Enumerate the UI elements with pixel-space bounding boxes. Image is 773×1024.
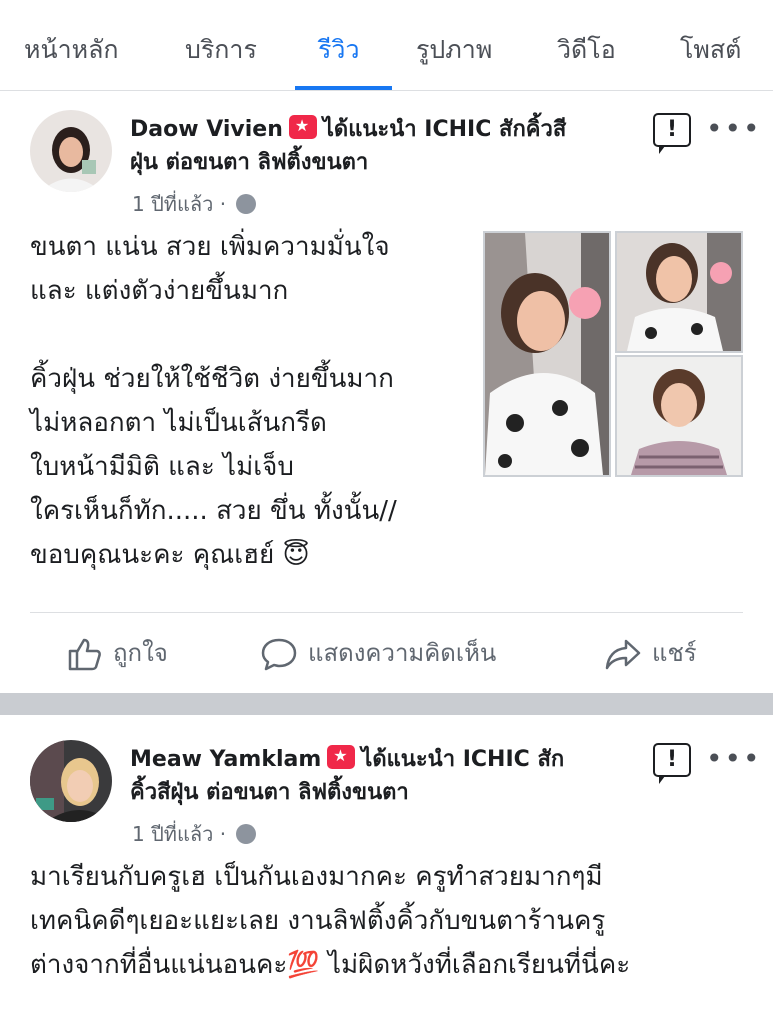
- recommendation-text[interactable]: ได้แนะนำ ICHIC สักคิ้วสี: [323, 117, 566, 142]
- author-name[interactable]: Daow Vivien: [130, 117, 283, 142]
- thumbs-up-icon: [68, 638, 101, 671]
- report-flag-icon[interactable]: [653, 113, 691, 154]
- globe-icon: [236, 194, 257, 214]
- author-name[interactable]: Meaw Yamklam: [130, 747, 321, 772]
- like-label: ถูกใจ: [113, 639, 168, 667]
- post-author-line: Daow Vivien ได้แนะนำ ICHIC สักคิ้วสี ฝุ่น…: [130, 113, 630, 179]
- globe-icon: [236, 824, 257, 844]
- share-label: แชร์: [652, 639, 697, 667]
- tab-services[interactable]: บริการ: [185, 30, 257, 70]
- recommend-icon: [288, 115, 317, 139]
- post-body-text: ขนตา แน่น สวย เพิ่มความมั่นใจ และ แต่งตั…: [30, 232, 397, 570]
- tab-home[interactable]: หน้าหลัก: [24, 30, 119, 70]
- active-tab-indicator: [295, 86, 392, 90]
- recommendation-text[interactable]: ได้แนะนำ ICHIC สัก: [361, 747, 564, 772]
- tab-posts[interactable]: โพสต์: [680, 30, 741, 70]
- avatar[interactable]: [30, 110, 112, 192]
- more-dots-icon[interactable]: •••: [706, 745, 762, 773]
- recommendation-text-cont[interactable]: ฝุ่น ต่อขนตา ลิฟติ้งขนตา: [130, 150, 368, 175]
- post-separator: [0, 693, 773, 715]
- tab-reviews[interactable]: รีวิว: [318, 30, 360, 70]
- post-photo[interactable]: [615, 355, 743, 477]
- like-button[interactable]: ถูกใจ: [67, 633, 168, 677]
- recommend-icon: [327, 745, 356, 769]
- post-photo[interactable]: [483, 231, 611, 477]
- tab-photos[interactable]: รูปภาพ: [416, 30, 492, 70]
- page-tab-bar: หน้าหลัก บริการ รีวิว รูปภาพ วิดีโอ โพสต…: [0, 0, 773, 91]
- post-time[interactable]: 1 ปีที่แล้ว ·: [132, 192, 226, 216]
- more-dots-icon[interactable]: •••: [706, 115, 762, 143]
- post-author-line: Meaw Yamklam ได้แนะนำ ICHIC สัก คิ้วสีฝุ่…: [130, 743, 630, 809]
- avatar[interactable]: [30, 740, 112, 822]
- tab-videos[interactable]: วิดีโอ: [557, 30, 616, 70]
- comment-bubble-icon: [261, 638, 297, 671]
- post-body-text: มาเรียนกับครูเฮ เป็นกันเองมากคะ ครูทำสวย…: [30, 862, 631, 980]
- review-post: Daow Vivien ได้แนะนำ ICHIC สักคิ้วสี ฝุ่น…: [0, 91, 773, 693]
- recommendation-text-cont[interactable]: คิ้วสีฝุ่น ต่อขนตา ลิฟติ้งขนตา: [130, 780, 409, 805]
- comment-button[interactable]: แสดงความคิดเห็น: [260, 633, 496, 677]
- share-arrow-icon: [605, 639, 641, 670]
- post-photo[interactable]: [615, 231, 743, 353]
- post-time[interactable]: 1 ปีที่แล้ว ·: [132, 822, 226, 846]
- share-button[interactable]: แชร์: [604, 633, 697, 677]
- report-flag-icon[interactable]: [653, 743, 691, 784]
- comment-label: แสดงความคิดเห็น: [308, 639, 497, 667]
- divider: [30, 612, 743, 613]
- review-post: Meaw Yamklam ได้แนะนำ ICHIC สัก คิ้วสีฝุ่…: [0, 715, 773, 1024]
- post-meta: 1 ปีที่แล้ว ·: [132, 818, 257, 850]
- post-meta: 1 ปีที่แล้ว ·: [132, 188, 257, 220]
